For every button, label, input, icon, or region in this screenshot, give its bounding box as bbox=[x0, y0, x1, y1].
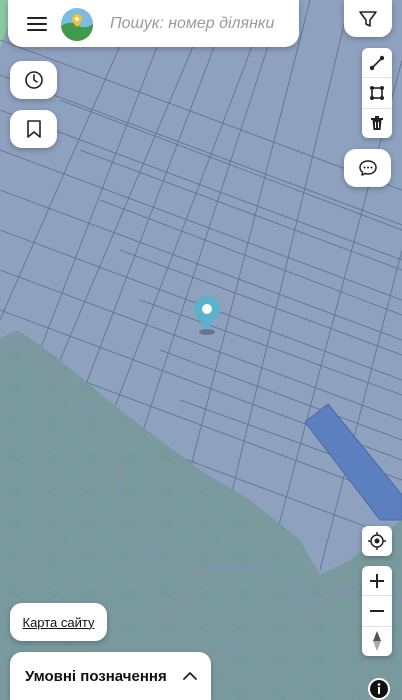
legend-panel[interactable]: Умовні позначення bbox=[10, 652, 211, 700]
map-canvas[interactable] bbox=[0, 0, 402, 700]
zoom-out-icon bbox=[370, 609, 384, 612]
search-input[interactable] bbox=[108, 13, 292, 34]
compass-icon bbox=[373, 631, 381, 652]
info-icon bbox=[370, 680, 388, 698]
bookmark-button[interactable] bbox=[10, 110, 57, 148]
chat-button[interactable] bbox=[344, 149, 391, 187]
draw-line-icon bbox=[369, 55, 385, 70]
history-icon bbox=[24, 71, 43, 89]
draw-line-button[interactable] bbox=[362, 48, 392, 77]
zoom-controls bbox=[362, 566, 392, 656]
app-logo-icon[interactable] bbox=[60, 7, 94, 41]
draw-polygon-button[interactable] bbox=[362, 77, 392, 107]
sitemap-button[interactable]: Карта сайту bbox=[10, 603, 107, 641]
chat-icon bbox=[358, 160, 377, 176]
draw-tools bbox=[362, 48, 392, 138]
menu-button[interactable] bbox=[20, 7, 54, 41]
chevron-up-icon[interactable] bbox=[182, 671, 197, 681]
filter-button[interactable] bbox=[344, 0, 392, 37]
history-button[interactable] bbox=[10, 61, 57, 99]
draw-polygon-icon bbox=[370, 85, 384, 100]
filter-icon bbox=[359, 10, 377, 27]
legend-title: Умовні позначення bbox=[25, 667, 167, 685]
delete-drawing-button[interactable] bbox=[362, 107, 392, 138]
zoom-in-button[interactable] bbox=[362, 566, 392, 595]
info-button[interactable] bbox=[368, 678, 390, 700]
zoom-out-button[interactable] bbox=[362, 595, 392, 625]
bookmark-icon bbox=[26, 120, 41, 138]
trash-icon bbox=[371, 116, 383, 131]
menu-icon bbox=[27, 16, 47, 31]
locate-button[interactable] bbox=[362, 526, 392, 556]
search-bar bbox=[8, 0, 299, 47]
compass-button[interactable] bbox=[362, 625, 392, 656]
zoom-in-icon bbox=[370, 573, 384, 588]
sitemap-label: Карта сайту bbox=[22, 614, 95, 630]
locate-icon bbox=[368, 532, 386, 550]
